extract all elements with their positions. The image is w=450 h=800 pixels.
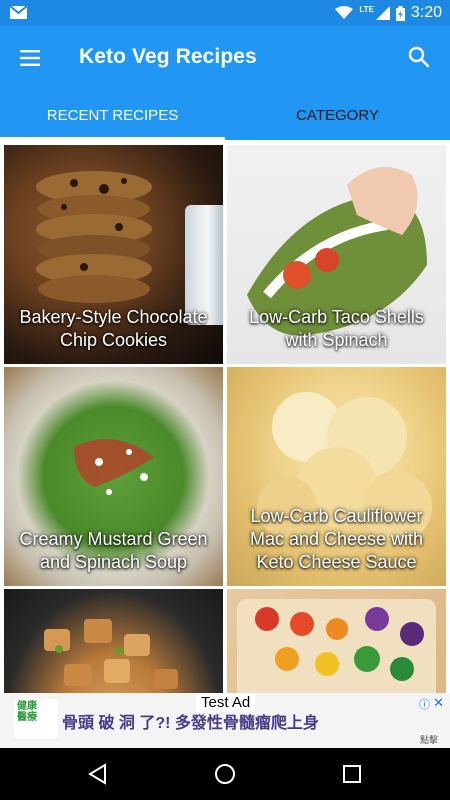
info-icon[interactable]: ⓘ <box>419 696 430 712</box>
recents-icon[interactable] <box>340 762 364 786</box>
status-time: 3:20 <box>410 4 442 21</box>
status-bar: LTE 3:20 <box>0 0 450 26</box>
test-ad-badge: Test Ad <box>196 693 256 712</box>
tab-recent-recipes[interactable]: RECENT RECIPES <box>0 90 225 140</box>
recipe-title: Creamy Mustard Green and Spinach Soup <box>19 529 208 572</box>
recipe-card[interactable] <box>4 589 223 693</box>
menu-icon[interactable] <box>18 46 42 70</box>
recipe-grid: Bakery-Style Chocolate Chip Cookies Low-… <box>0 140 450 693</box>
app-title: Keto Veg Recipes <box>79 45 257 68</box>
recipe-title: Low-Carb Taco Shells with Spinach <box>249 307 424 350</box>
ad-headline: 骨頭 破 洞 了?! 多發性骨髓瘤爬上身 <box>62 715 319 732</box>
recipe-title: Bakery-Style Chocolate Chip Cookies <box>19 307 208 350</box>
recipe-title: Low-Carb Cauliflower Mac and Cheese with… <box>249 506 424 572</box>
network-type: LTE <box>359 4 374 14</box>
back-icon[interactable] <box>86 762 110 786</box>
tab-category[interactable]: CATEGORY <box>225 90 450 140</box>
recipe-card[interactable]: Low-Carb Taco Shells with Spinach <box>227 145 446 364</box>
ad-banner[interactable]: 健康 醫療 骨頭 破 洞 了?! 多發性骨髓瘤爬上身 Test Ad ⓘ ✕ 點… <box>0 693 450 748</box>
recipe-card[interactable]: Low-Carb Cauliflower Mac and Cheese with… <box>227 367 446 586</box>
signal-icon <box>375 6 390 20</box>
search-icon[interactable] <box>406 44 432 70</box>
recipe-card[interactable]: Creamy Mustard Green and Spinach Soup <box>4 367 223 586</box>
recipe-image <box>4 589 223 693</box>
recipe-card[interactable] <box>227 589 446 693</box>
wifi-icon <box>335 6 354 19</box>
gmail-icon <box>10 6 27 19</box>
battery-icon <box>395 5 405 21</box>
home-icon[interactable] <box>213 762 237 786</box>
recipe-image <box>227 589 446 693</box>
app-bar: Keto Veg Recipes <box>0 26 450 90</box>
ad-logo-text: 健康 醫療 <box>17 701 37 723</box>
cookie-stack-image <box>36 171 152 303</box>
ad-cta[interactable]: 點擊 <box>420 733 438 746</box>
tab-bar: RECENT RECIPES CATEGORY <box>0 90 450 140</box>
recipe-card[interactable]: Bakery-Style Chocolate Chip Cookies <box>4 145 223 364</box>
navigation-bar <box>0 748 450 800</box>
close-icon[interactable]: ✕ <box>433 695 444 711</box>
